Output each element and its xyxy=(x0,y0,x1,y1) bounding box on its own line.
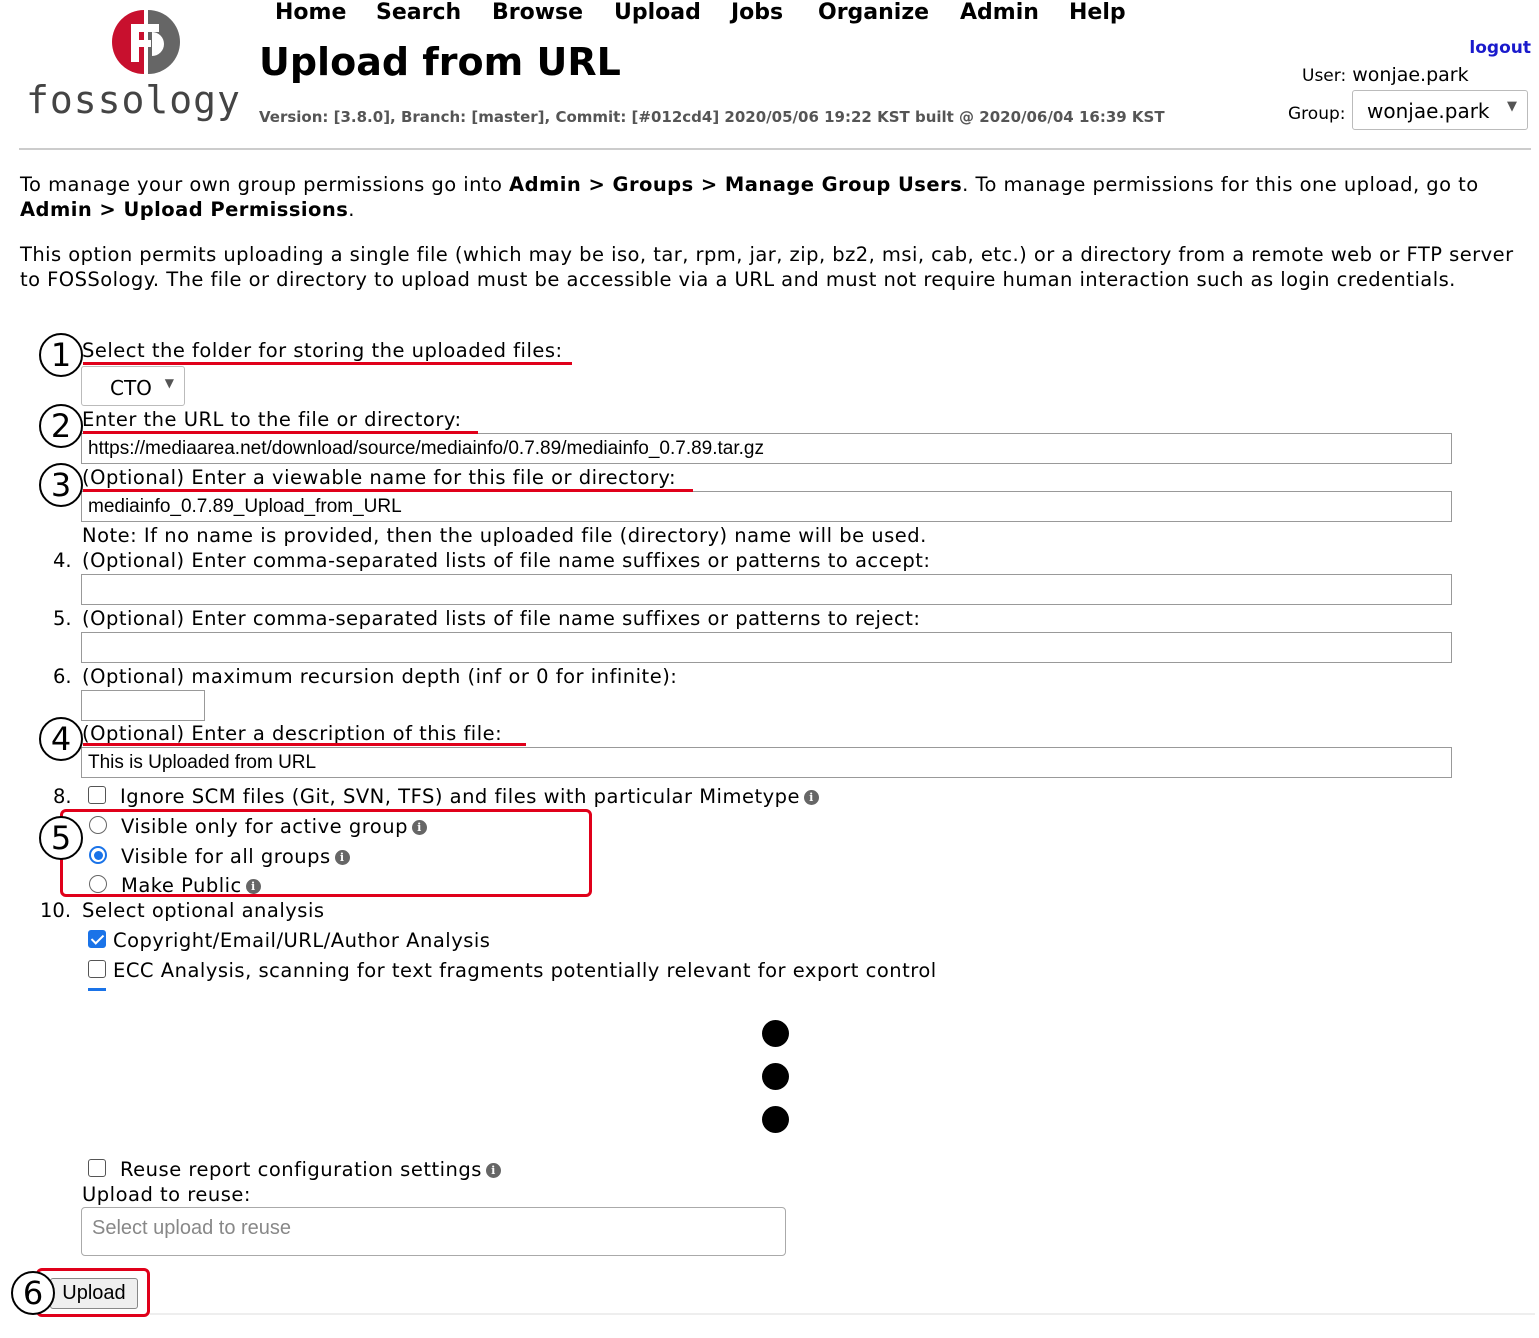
permissions-note-text-e: . xyxy=(348,198,355,221)
page-title: Upload from URL xyxy=(259,40,621,84)
step-5-number: 5. xyxy=(53,607,72,630)
nav-help[interactable]: Help xyxy=(1069,0,1126,25)
group-select[interactable]: wonjae.park ▼ xyxy=(1352,90,1528,130)
user-name: wonjae.park xyxy=(1352,64,1469,86)
reject-input[interactable] xyxy=(81,632,1452,663)
analysis-label: Select optional analysis xyxy=(82,899,325,922)
logo-text: fossology xyxy=(26,78,241,122)
nav-browse[interactable]: Browse xyxy=(492,0,583,25)
permissions-note: To manage your own group permissions go … xyxy=(20,172,1530,222)
annotation-marker-1: 1 xyxy=(39,333,83,377)
folder-label: Select the folder for storing the upload… xyxy=(82,339,563,362)
annotation-marker-2: 2 xyxy=(39,404,83,448)
folder-select-value: CTO xyxy=(110,376,152,400)
description-input[interactable]: This is Uploaded from URL xyxy=(81,747,1452,778)
nav-home[interactable]: Home xyxy=(275,0,346,25)
annotation-marker-5: 5 xyxy=(39,816,83,860)
accept-label: (Optional) Enter comma-separated lists o… xyxy=(82,549,931,572)
fossology-logo[interactable]: fossology xyxy=(26,6,246,126)
annotation-underline-2 xyxy=(83,431,478,434)
version-info: Version: [3.8.0], Branch: [master], Comm… xyxy=(259,108,1165,126)
nav-search[interactable]: Search xyxy=(376,0,461,25)
ignore-scm-row: Ignore SCM files (Git, SVN, TFS) and fil… xyxy=(120,785,819,808)
reuse-report-checkbox[interactable] xyxy=(88,1159,106,1177)
annotation-marker-3: 3 xyxy=(39,463,83,507)
logo-mark-icon xyxy=(112,10,180,74)
nav-jobs[interactable]: Jobs xyxy=(731,0,783,25)
url-label: Enter the URL to the file or directory: xyxy=(82,408,462,431)
bottom-divider xyxy=(150,1313,1535,1315)
group-users-path: Admin > Groups > Manage Group Users xyxy=(509,173,963,196)
nav-admin[interactable]: Admin xyxy=(960,0,1039,25)
reuse-report-label: Reuse report configuration settings xyxy=(120,1158,482,1181)
ignore-scm-checkbox[interactable] xyxy=(88,786,106,804)
group-select-value: wonjae.park xyxy=(1367,99,1490,123)
cropped-checkbox-edge xyxy=(88,988,106,991)
chevron-down-icon: ▼ xyxy=(164,376,174,390)
step-4-number: 4. xyxy=(53,549,72,572)
annotation-marker-4: 4 xyxy=(39,717,83,761)
annotation-box-5 xyxy=(60,809,592,897)
name-label: (Optional) Enter a viewable name for thi… xyxy=(82,466,677,489)
annotation-underline-1 xyxy=(83,362,572,365)
info-icon[interactable]: i xyxy=(804,790,819,805)
url-input[interactable]: https://mediaarea.net/download/source/me… xyxy=(81,433,1452,464)
ignore-scm-label: Ignore SCM files (Git, SVN, TFS) and fil… xyxy=(120,785,800,808)
header-divider xyxy=(19,148,1531,150)
logout-link[interactable]: logout xyxy=(1469,38,1531,58)
folder-select[interactable]: CTO ▼ xyxy=(81,366,185,406)
upload-permissions-path: Admin > Upload Permissions xyxy=(20,198,349,221)
copyright-analysis-label: Copyright/Email/URL/Author Analysis xyxy=(113,929,491,952)
ecc-analysis-label: ECC Analysis, scanning for text fragment… xyxy=(113,959,937,982)
user-label: User: xyxy=(1302,66,1347,86)
copyright-analysis-checkbox[interactable] xyxy=(88,930,106,948)
reuse-select[interactable]: Select upload to reuse xyxy=(81,1207,786,1256)
reuse-report-row: Reuse report configuration settings i xyxy=(120,1158,501,1181)
info-icon[interactable]: i xyxy=(485,1163,501,1178)
ellipsis-dot xyxy=(762,1020,789,1047)
chevron-down-icon: ▼ xyxy=(1507,99,1517,114)
annotation-marker-6: 6 xyxy=(11,1271,55,1315)
annotation-underline-3 xyxy=(83,489,693,492)
ellipsis-dot xyxy=(762,1063,789,1090)
nav-organize[interactable]: Organize xyxy=(818,0,929,25)
permissions-note-text-c: . To manage permissions for this one upl… xyxy=(962,173,1479,196)
reuse-select-placeholder: Select upload to reuse xyxy=(92,1217,292,1239)
reuse-label: Upload to reuse: xyxy=(82,1183,251,1206)
annotation-underline-4 xyxy=(83,743,526,746)
user-info: User: wonjae.park xyxy=(1302,64,1469,86)
step-8-number: 8. xyxy=(53,785,72,808)
step-6-number: 6. xyxy=(53,665,72,688)
description-label: (Optional) Enter a description of this f… xyxy=(82,722,503,745)
ecc-analysis-checkbox[interactable] xyxy=(88,960,106,978)
step-10-number: 10. xyxy=(40,899,72,922)
depth-label: (Optional) maximum recursion depth (inf … xyxy=(82,665,678,688)
name-note: Note: If no name is provided, then the u… xyxy=(82,524,927,547)
nav-upload[interactable]: Upload xyxy=(614,0,701,25)
group-label: Group: xyxy=(1288,104,1346,124)
accept-input[interactable] xyxy=(81,574,1452,605)
permissions-note-text-a: To manage your own group permissions go … xyxy=(20,173,510,196)
upload-description: This option permits uploading a single f… xyxy=(20,243,1514,291)
name-input[interactable]: mediainfo_0.7.89_Upload_from_URL xyxy=(81,491,1452,522)
ellipsis-dot xyxy=(762,1106,789,1133)
depth-input[interactable] xyxy=(81,690,205,721)
reject-label: (Optional) Enter comma-separated lists o… xyxy=(82,607,921,630)
